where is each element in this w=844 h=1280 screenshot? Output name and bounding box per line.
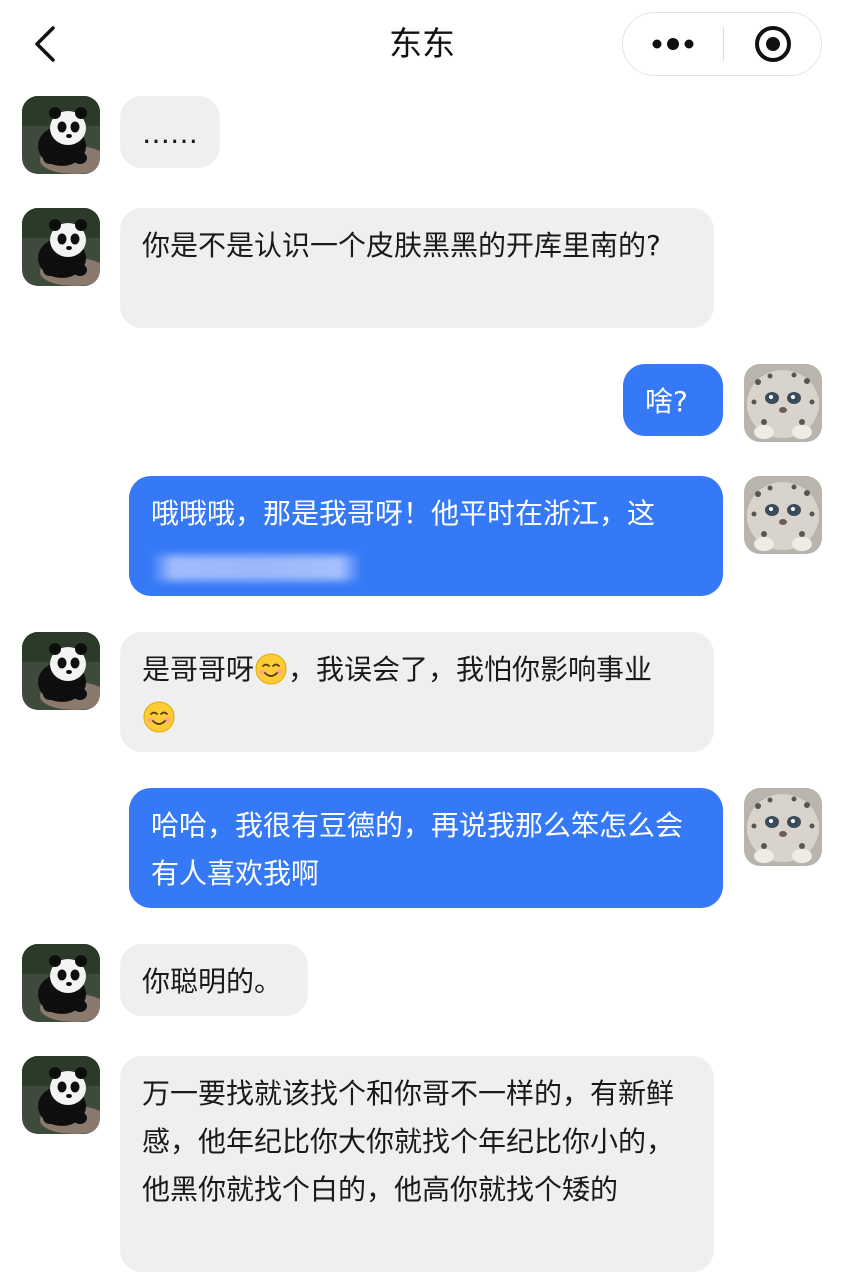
smiling-face-emoji [143, 701, 175, 733]
snow-leopard-avatar[interactable] [744, 788, 822, 866]
panda-avatar[interactable] [22, 632, 100, 710]
message-bubble[interactable]: 啥? [623, 364, 723, 436]
smiling-face-emoji [255, 653, 287, 685]
chat-area: …… 你是不是认识一个皮肤黑黑的开库里南的? 啥? 哦哦哦，那是我哥呀！他平时在… [0, 0, 844, 1280]
snow-leopard-avatar[interactable] [744, 364, 822, 442]
redacted-text [151, 555, 361, 581]
message-bubble[interactable]: 万一要找就该找个和你哥不一样的，有新鲜感，他年纪比你大你就找个年纪比你小的，他黑… [120, 1056, 714, 1272]
panda-avatar[interactable] [22, 944, 100, 1022]
message-bubble[interactable]: 哦哦哦，那是我哥呀！他平时在浙江，这 [129, 476, 723, 596]
message-text: 哦哦哦，那是我哥呀！他平时在浙江，这 [151, 497, 656, 530]
panda-avatar[interactable] [22, 1056, 100, 1134]
message-text: ，我误会了，我怕你影响事业 [288, 653, 653, 686]
message-bubble[interactable]: 你聪明的。 [120, 944, 308, 1016]
snow-leopard-avatar[interactable] [744, 476, 822, 554]
message-bubble[interactable]: 是哥哥呀 ，我误会了，我怕你影响事业 [120, 632, 714, 752]
message-text: 是哥哥呀 [142, 653, 255, 686]
message-bubble[interactable]: 你是不是认识一个皮肤黑黑的开库里南的? [120, 208, 714, 328]
panda-avatar[interactable] [22, 96, 100, 174]
message-bubble[interactable]: …… [120, 96, 220, 168]
message-bubble[interactable]: 哈哈，我很有豆德的，再说我那么笨怎么会有人喜欢我啊 [129, 788, 723, 908]
panda-avatar[interactable] [22, 208, 100, 286]
